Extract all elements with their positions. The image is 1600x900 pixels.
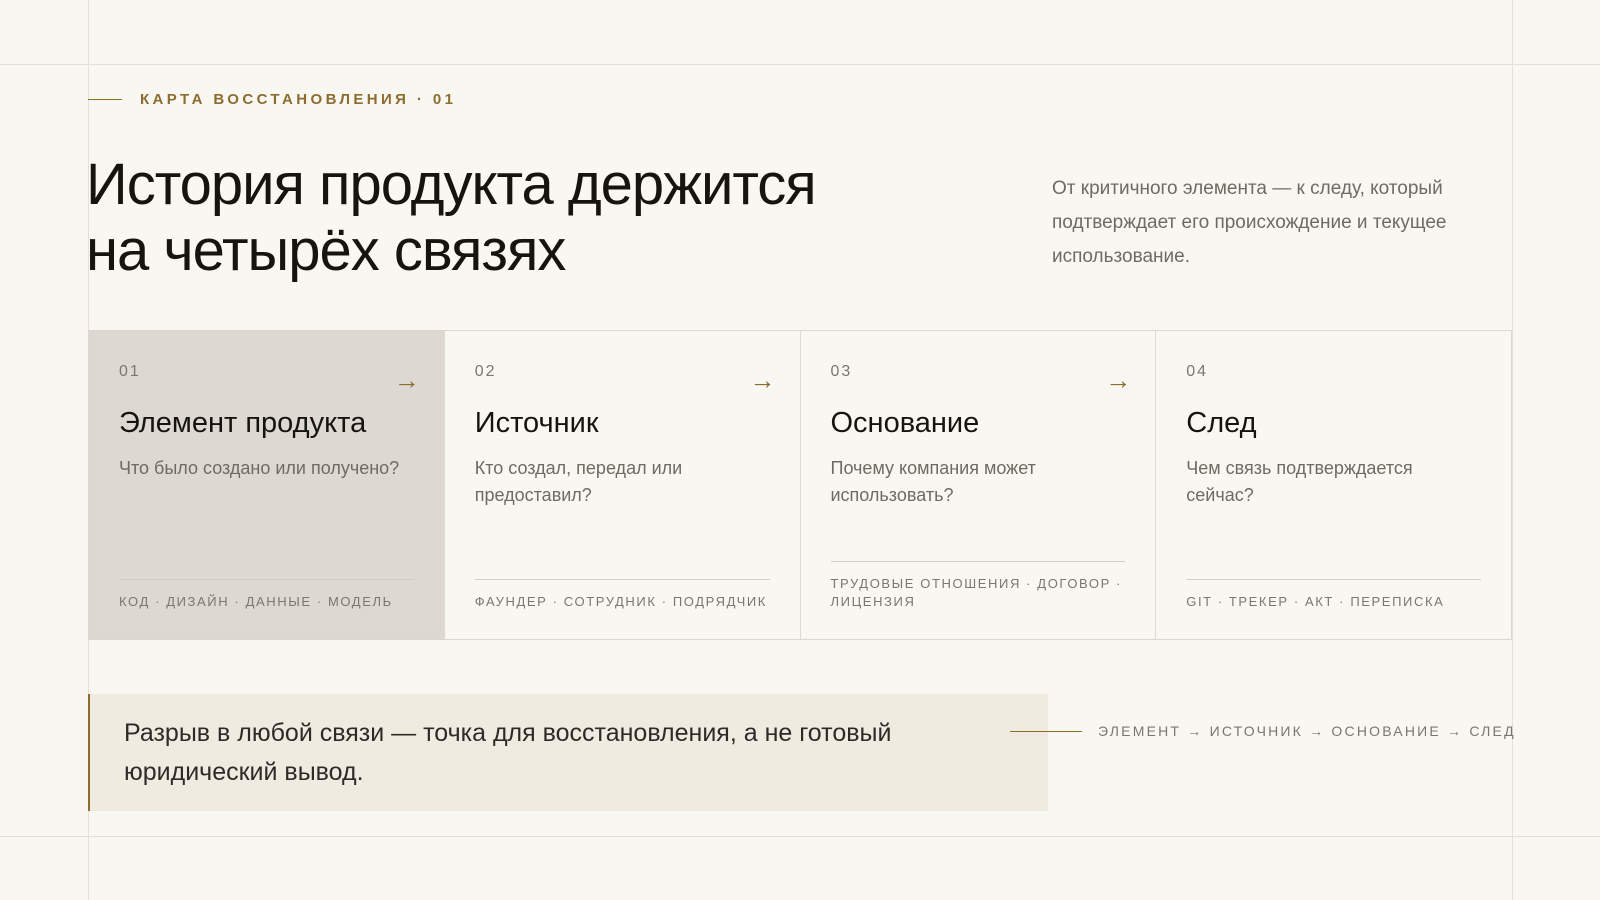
card-source: 02 → Источник Кто создал, передал или пр… (445, 331, 801, 639)
chain-label: ЭЛЕМЕНТ → ИСТОЧНИК → ОСНОВАНИЕ → СЛЕД (1098, 723, 1516, 739)
card-number: 02 (474, 363, 497, 380)
arrow-right-icon: → (1105, 365, 1132, 395)
arrow-right-icon: → (393, 365, 420, 395)
card-description: Чем связь подтверждается сейчас? (1186, 458, 1413, 505)
page-title-line-1: История продукта держится (86, 152, 817, 217)
callout-box: Разрыв в любой связи — точка для восстан… (88, 694, 1048, 811)
card-divider (119, 579, 414, 580)
card-number: 03 (830, 363, 853, 380)
card-title: Элемент продукта (119, 407, 367, 439)
eyebrow-rule (88, 98, 122, 100)
recovery-chain-cards: 01 → Элемент продукта Что было создано и… (88, 330, 1512, 640)
layout-guide-right (1512, 0, 1513, 900)
card-title: Источник (474, 407, 599, 439)
arrow-right-icon: → (749, 365, 776, 395)
page-title-line-2: на четырёх связях (86, 218, 566, 283)
card-title: Основание (830, 407, 980, 439)
card-number: 01 (119, 363, 141, 380)
card-description: Почему компания может использовать? (830, 458, 1036, 505)
card-trace: 04 След Чем связь подтверждается сейчас?… (1156, 331, 1511, 639)
card-title: След (1186, 407, 1257, 439)
page-title: История продукта держится на четырёх свя… (86, 152, 986, 284)
card-basis: 03 → Основание Почему компания может исп… (801, 331, 1157, 639)
callout-text: Разрыв в любой связи — точка для восстан… (124, 719, 892, 786)
chain-summary: ЭЛЕМЕНТ → ИСТОЧНИК → ОСНОВАНИЕ → СЛЕД (1010, 720, 1516, 742)
card-divider (474, 579, 770, 580)
card-divider (830, 561, 1126, 562)
card-tags: ФАУНДЕР · СОТРУДНИК · ПОДРЯДЧИК (474, 594, 767, 609)
card-tags: GIT · ТРЕКЕР · АКТ · ПЕРЕПИСКА (1186, 594, 1445, 609)
card-description: Что было создано или получено? (119, 458, 400, 478)
card-tags: КОД · ДИЗАЙН · ДАННЫЕ · МОДЕЛЬ (119, 594, 393, 609)
card-divider (1186, 579, 1481, 580)
card-tags: ТРУДОВЫЕ ОТНОШЕНИЯ · ДОГОВОР · ЛИЦЕНЗИЯ (830, 576, 1122, 609)
layout-guide-top (0, 64, 1600, 65)
eyebrow: КАРТА ВОССТАНОВЛЕНИЯ · 01 (88, 88, 456, 110)
chain-rule (1010, 730, 1082, 732)
card-product-element: 01 → Элемент продукта Что было создано и… (89, 331, 445, 639)
lede-text: От критичного элемента — к следу, которы… (1052, 178, 1447, 267)
layout-guide-bottom (0, 836, 1600, 837)
eyebrow-label: КАРТА ВОССТАНОВЛЕНИЯ · 01 (140, 90, 457, 108)
card-number: 04 (1186, 363, 1209, 380)
card-description: Кто создал, передал или предоставил? (474, 458, 683, 505)
